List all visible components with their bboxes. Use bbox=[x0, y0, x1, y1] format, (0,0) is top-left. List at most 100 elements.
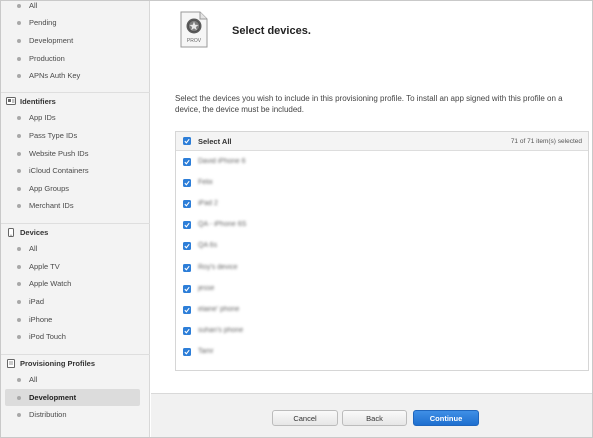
bullet-icon bbox=[17, 20, 21, 25]
device-name: QA 6s bbox=[198, 242, 218, 249]
sidebar-item-ipod-touch[interactable]: iPod Touch bbox=[1, 328, 150, 345]
checkmark-icon bbox=[184, 222, 190, 228]
sidebar-item-development-cert[interactable]: Development bbox=[1, 32, 150, 49]
device-checkbox[interactable] bbox=[183, 348, 191, 356]
bullet-icon bbox=[17, 299, 21, 304]
device-checkbox[interactable] bbox=[183, 264, 191, 272]
device-checkbox[interactable] bbox=[183, 306, 191, 314]
sidebar-item-website-push-ids[interactable]: Website Push IDs bbox=[1, 145, 150, 162]
sidebar-item-label: iPhone bbox=[29, 315, 53, 324]
sidebar-item-app-groups[interactable]: App Groups bbox=[1, 180, 150, 197]
checkmark-icon bbox=[184, 243, 190, 249]
bullet-icon bbox=[17, 281, 21, 286]
device-row[interactable]: QA 6s bbox=[176, 236, 588, 257]
checkmark-icon bbox=[184, 349, 190, 355]
sidebar-item-production[interactable]: Production bbox=[1, 50, 150, 67]
back-button[interactable]: Back bbox=[342, 410, 407, 426]
device-name: Roy's device bbox=[198, 264, 238, 271]
sidebar-item-pending[interactable]: Pending bbox=[1, 14, 150, 31]
section-title: Provisioning Profiles bbox=[20, 358, 96, 368]
bullet-icon bbox=[17, 56, 21, 61]
sidebar: All Pending Development Production APNs … bbox=[1, 1, 150, 437]
device-row[interactable]: QA - iPhone 6S bbox=[176, 215, 588, 236]
device-name: iPad 2 bbox=[198, 200, 218, 207]
bullet-icon bbox=[17, 264, 21, 269]
page-title: Select devices. bbox=[232, 25, 311, 37]
sidebar-item-apple-tv[interactable]: Apple TV bbox=[1, 258, 150, 275]
checkmark-icon bbox=[184, 159, 190, 165]
section-title: Devices bbox=[20, 227, 49, 237]
main-content: PROV Select devices. Select the devices … bbox=[151, 1, 592, 437]
bullet-icon bbox=[17, 246, 21, 251]
sidebar-item-ipad[interactable]: iPad bbox=[1, 293, 150, 310]
bullet-icon bbox=[17, 377, 21, 382]
device-checkbox[interactable] bbox=[183, 327, 191, 335]
bullet-icon bbox=[17, 73, 21, 78]
sidebar-item-label: Distribution bbox=[29, 410, 67, 419]
device-name: Felix bbox=[198, 179, 213, 186]
sidebar-section-devices[interactable]: Devices bbox=[1, 223, 150, 240]
sidebar-item-label: Merchant IDs bbox=[29, 201, 74, 210]
device-list: Select All 71 of 71 item(s) selected Dav… bbox=[175, 131, 589, 371]
select-all-label: Select All bbox=[198, 137, 232, 146]
device-row[interactable]: Tamr bbox=[176, 342, 588, 363]
sidebar-item-label: Production bbox=[29, 54, 65, 63]
checkmark-icon bbox=[184, 307, 190, 313]
footer-bar: Cancel Back Continue bbox=[151, 393, 592, 437]
bullet-icon bbox=[17, 115, 21, 120]
device-row[interactable]: Felix bbox=[176, 173, 588, 194]
sidebar-section-provisioning-profiles[interactable]: Provisioning Profiles bbox=[1, 354, 150, 371]
device-row[interactable]: elaine' phone bbox=[176, 300, 588, 321]
bullet-icon bbox=[17, 395, 21, 400]
sidebar-item-label: iPad bbox=[29, 297, 45, 306]
device-row[interactable]: David iPhone 6 bbox=[176, 152, 588, 173]
bullet-icon bbox=[17, 133, 21, 138]
sidebar-item-iphone[interactable]: iPhone bbox=[1, 311, 150, 328]
checkmark-icon bbox=[184, 180, 190, 186]
sidebar-item-profiles-development[interactable]: Development bbox=[5, 389, 140, 406]
sidebar-item-label: iCloud Containers bbox=[29, 166, 89, 175]
sidebar-item-label: All bbox=[29, 375, 38, 384]
device-checkbox[interactable] bbox=[183, 158, 191, 166]
sidebar-item-devices-all[interactable]: All bbox=[1, 240, 150, 257]
sidebar-item-profiles-distribution[interactable]: Distribution bbox=[1, 406, 150, 423]
device-row[interactable]: suhan's phone bbox=[176, 321, 588, 342]
sidebar-item-apple-watch[interactable]: Apple Watch bbox=[1, 275, 150, 292]
document-icon bbox=[6, 358, 16, 368]
sidebar-item-app-ids[interactable]: App IDs bbox=[1, 109, 150, 126]
bullet-icon bbox=[17, 317, 21, 322]
sidebar-item-label: Pass Type IDs bbox=[29, 131, 78, 140]
sidebar-item-pass-type-ids[interactable]: Pass Type IDs bbox=[1, 127, 150, 144]
sidebar-item-label: Pending bbox=[29, 18, 57, 27]
sidebar-section-identifiers[interactable]: Identifiers bbox=[1, 92, 150, 109]
device-list-header: Select All 71 of 71 item(s) selected bbox=[176, 132, 588, 151]
sidebar-item-certificates-all[interactable]: All bbox=[1, 1, 150, 14]
bullet-icon bbox=[17, 412, 21, 417]
prov-icon-label: PROV bbox=[187, 38, 202, 44]
device-row[interactable]: iPad 2 bbox=[176, 194, 588, 215]
sidebar-item-icloud-containers[interactable]: iCloud Containers bbox=[1, 162, 150, 179]
bullet-icon bbox=[17, 186, 21, 191]
sidebar-item-label: Development bbox=[29, 393, 77, 402]
device-checkbox[interactable] bbox=[183, 285, 191, 293]
sidebar-item-profiles-all[interactable]: All bbox=[1, 371, 150, 388]
device-row[interactable]: jesse bbox=[176, 279, 588, 300]
device-name: QA - iPhone 6S bbox=[198, 221, 247, 228]
device-name: elaine' phone bbox=[198, 306, 240, 313]
sidebar-item-label: Apple Watch bbox=[29, 279, 72, 288]
select-all-checkbox[interactable] bbox=[183, 137, 191, 145]
sidebar-item-label: All bbox=[29, 1, 38, 10]
sidebar-item-label: App Groups bbox=[29, 184, 70, 193]
device-checkbox[interactable] bbox=[183, 179, 191, 187]
sidebar-item-label: App IDs bbox=[29, 113, 56, 122]
device-checkbox[interactable] bbox=[183, 200, 191, 208]
device-checkbox[interactable] bbox=[183, 242, 191, 250]
device-checkbox[interactable] bbox=[183, 221, 191, 229]
cancel-button[interactable]: Cancel bbox=[272, 410, 338, 426]
selection-count: 71 of 71 item(s) selected bbox=[510, 138, 582, 145]
device-row[interactable]: Roy's device bbox=[176, 258, 588, 279]
sidebar-item-apns-auth-key[interactable]: APNs Auth Key bbox=[1, 67, 150, 84]
checkmark-icon bbox=[184, 201, 190, 207]
sidebar-item-merchant-ids[interactable]: Merchant IDs bbox=[1, 197, 150, 214]
continue-button[interactable]: Continue bbox=[413, 410, 479, 426]
